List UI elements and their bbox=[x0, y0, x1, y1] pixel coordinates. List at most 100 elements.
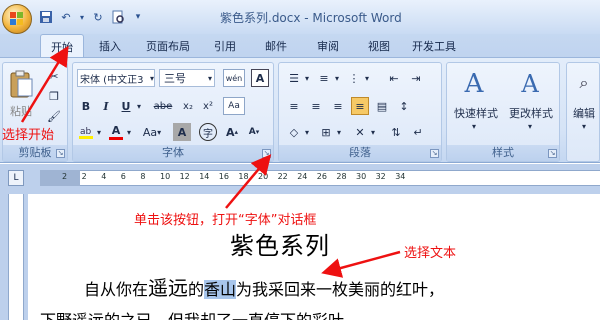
annotation-click-launcher: 单击该按钮，打开“字体”对话框 bbox=[134, 213, 317, 228]
phonetic-guide-button[interactable]: wén bbox=[223, 69, 245, 87]
change-styles-label[interactable]: 更改样式 bbox=[503, 105, 559, 121]
paste-icon[interactable] bbox=[7, 67, 35, 101]
tab-references[interactable]: 引用 bbox=[200, 34, 250, 58]
bold-button[interactable]: B bbox=[77, 97, 95, 115]
distributed-icon[interactable]: ▤ bbox=[373, 97, 391, 115]
shading-icon[interactable]: ◇ bbox=[285, 123, 303, 141]
tab-selector-icon[interactable]: L bbox=[8, 170, 24, 186]
bullets-dropdown-icon[interactable]: ▾ bbox=[303, 69, 311, 87]
tab-home[interactable]: 开始 bbox=[40, 34, 84, 58]
customize-qat-icon[interactable]: ▾ bbox=[130, 9, 146, 25]
show-marks-icon[interactable]: ↵ bbox=[409, 123, 427, 141]
paste-label[interactable]: 粘贴 bbox=[5, 103, 37, 119]
shrink-font-button[interactable]: A ▾ bbox=[245, 123, 263, 141]
superscript-button[interactable]: x² bbox=[199, 97, 217, 115]
cut-icon[interactable]: ✂ bbox=[45, 67, 63, 85]
font-size-select[interactable]: 三号 ▾ bbox=[159, 69, 215, 87]
font-color-button[interactable]: A bbox=[107, 123, 125, 141]
numbering-dropdown-icon[interactable]: ▾ bbox=[333, 69, 341, 87]
office-button[interactable] bbox=[2, 4, 32, 34]
save-icon[interactable] bbox=[38, 9, 54, 25]
ruler-number: 2 bbox=[62, 172, 68, 181]
document-paragraph-line1[interactable]: 自从你在遥远的香山为我采回来一枚美丽的红叶， bbox=[84, 272, 444, 301]
quick-access-toolbar: ↶ ▾ ↻ ▾ bbox=[38, 8, 146, 26]
font-group: 宋体 (中文正3 ▾ 三号 ▾ wén A B I U ▾ abe x₂ x² … bbox=[72, 62, 274, 162]
editing-dropdown-icon[interactable]: ▾ bbox=[579, 121, 589, 131]
sort-icon[interactable]: ⇅ bbox=[387, 123, 405, 141]
styles-group: A 快速样式 ▾ A 更改样式 ▾ 样式 ↘ bbox=[446, 62, 560, 162]
print-preview-icon[interactable] bbox=[110, 9, 126, 25]
undo-dropdown-icon[interactable]: ▾ bbox=[78, 9, 86, 25]
phonetic-guide-label: wén bbox=[225, 73, 243, 83]
bullets-icon[interactable]: ☰ bbox=[285, 69, 303, 87]
underline-dropdown-icon[interactable]: ▾ bbox=[135, 97, 143, 115]
quick-styles-dropdown-icon[interactable]: ▾ bbox=[469, 121, 479, 131]
underline-button[interactable]: U bbox=[117, 97, 135, 115]
tab-view[interactable]: 视图 bbox=[354, 34, 404, 58]
strikethrough-button[interactable]: abe bbox=[151, 97, 175, 115]
align-right-icon[interactable]: ≡ bbox=[329, 97, 347, 115]
styles-group-label: 样式 bbox=[447, 145, 559, 161]
ruler-number: 20 bbox=[258, 172, 269, 181]
align-left-icon[interactable]: ≡ bbox=[285, 97, 303, 115]
chinese-layout-icon[interactable]: ✕ bbox=[351, 123, 369, 141]
ruler-number: 18 bbox=[238, 172, 249, 181]
document-paragraph-line2[interactable]: 下野遥远的之已，但我却了一直停下的彩叶 bbox=[40, 307, 344, 320]
document-title[interactable]: 紫色系列 bbox=[230, 226, 330, 261]
title-bar: ↶ ▾ ↻ ▾ 紫色系列.docx - Microsoft Word bbox=[0, 0, 600, 34]
italic-button[interactable]: I bbox=[97, 97, 115, 115]
ruler-number: 30 bbox=[356, 172, 367, 181]
borders-dropdown-icon[interactable]: ▾ bbox=[335, 123, 343, 141]
find-binoculars-icon[interactable]: ⌕ bbox=[571, 69, 597, 97]
vertical-ruler[interactable] bbox=[8, 194, 24, 320]
enclose-characters-button[interactable]: 字 bbox=[199, 123, 217, 141]
multilevel-dropdown-icon[interactable]: ▾ bbox=[363, 69, 371, 87]
change-case-label: Aa bbox=[142, 125, 158, 139]
change-case-button[interactable]: Aa ▾ bbox=[139, 123, 165, 141]
tab-page-layout[interactable]: 页面布局 bbox=[136, 34, 200, 58]
grow-font-button[interactable]: A ▴ bbox=[223, 123, 241, 141]
font-dialog-launcher[interactable]: ↘ bbox=[262, 149, 271, 158]
undo-icon[interactable]: ↶ bbox=[58, 9, 74, 25]
align-center-icon[interactable]: ≡ bbox=[307, 97, 325, 115]
copy-icon[interactable]: ❐ bbox=[45, 87, 63, 105]
tab-developer[interactable]: 开发工具 bbox=[404, 34, 464, 58]
text-before: 自从你在 bbox=[84, 280, 149, 299]
decrease-indent-icon[interactable]: ⇤ bbox=[385, 69, 403, 87]
character-shading-button[interactable]: A bbox=[173, 123, 191, 141]
quick-styles-icon[interactable]: A bbox=[457, 67, 491, 101]
shading-dropdown-icon[interactable]: ▾ bbox=[303, 123, 311, 141]
line-spacing-icon[interactable]: ↕ bbox=[395, 97, 413, 115]
clear-formatting-button[interactable]: Aa bbox=[223, 97, 245, 115]
font-name-select[interactable]: 宋体 (中文正3 ▾ bbox=[77, 69, 155, 87]
format-painter-icon[interactable]: 🖌 bbox=[45, 107, 63, 125]
quick-styles-label[interactable]: 快速样式 bbox=[449, 105, 503, 121]
tab-review[interactable]: 审阅 bbox=[302, 34, 354, 58]
multilevel-list-icon[interactable]: ⋮ bbox=[345, 69, 363, 87]
character-border-button[interactable]: A bbox=[251, 69, 269, 87]
numbering-icon[interactable]: ≡ bbox=[315, 69, 333, 87]
font-size-value: 三号 bbox=[164, 72, 186, 85]
clipboard-dialog-launcher[interactable]: ↘ bbox=[56, 149, 65, 158]
change-styles-dropdown-icon[interactable]: ▾ bbox=[525, 121, 535, 131]
window-title: 紫色系列.docx - Microsoft Word bbox=[220, 11, 402, 25]
ruler-number: 28 bbox=[336, 172, 347, 181]
text-highlight-icon[interactable]: ab bbox=[77, 123, 95, 141]
font-color-dropdown-icon[interactable]: ▾ bbox=[125, 123, 133, 141]
chinese-layout-dropdown-icon[interactable]: ▾ bbox=[369, 123, 377, 141]
tab-insert[interactable]: 插入 bbox=[84, 34, 136, 58]
justify-icon[interactable]: ≡ bbox=[351, 97, 369, 115]
paragraph-group: ☰ ▾ ≡ ▾ ⋮ ▾ ⇤ ⇥ ≡ ≡ ≡ ≡ ▤ ↕ ◇ ▾ ⊞ ▾ ✕ ▾ … bbox=[278, 62, 442, 162]
tab-mailings[interactable]: 邮件 bbox=[250, 34, 302, 58]
redo-icon[interactable]: ↻ bbox=[90, 9, 106, 25]
editing-label[interactable]: 编辑 bbox=[567, 105, 600, 121]
highlight-dropdown-icon[interactable]: ▾ bbox=[95, 123, 103, 141]
styles-dialog-launcher[interactable]: ↘ bbox=[548, 149, 557, 158]
increase-indent-icon[interactable]: ⇥ bbox=[407, 69, 425, 87]
paragraph-group-label: 段落 bbox=[279, 145, 441, 161]
selected-text[interactable]: 香山 bbox=[204, 280, 237, 299]
subscript-button[interactable]: x₂ bbox=[179, 97, 197, 115]
paragraph-dialog-launcher[interactable]: ↘ bbox=[430, 149, 439, 158]
change-styles-icon[interactable]: A bbox=[513, 67, 547, 101]
borders-icon[interactable]: ⊞ bbox=[317, 123, 335, 141]
